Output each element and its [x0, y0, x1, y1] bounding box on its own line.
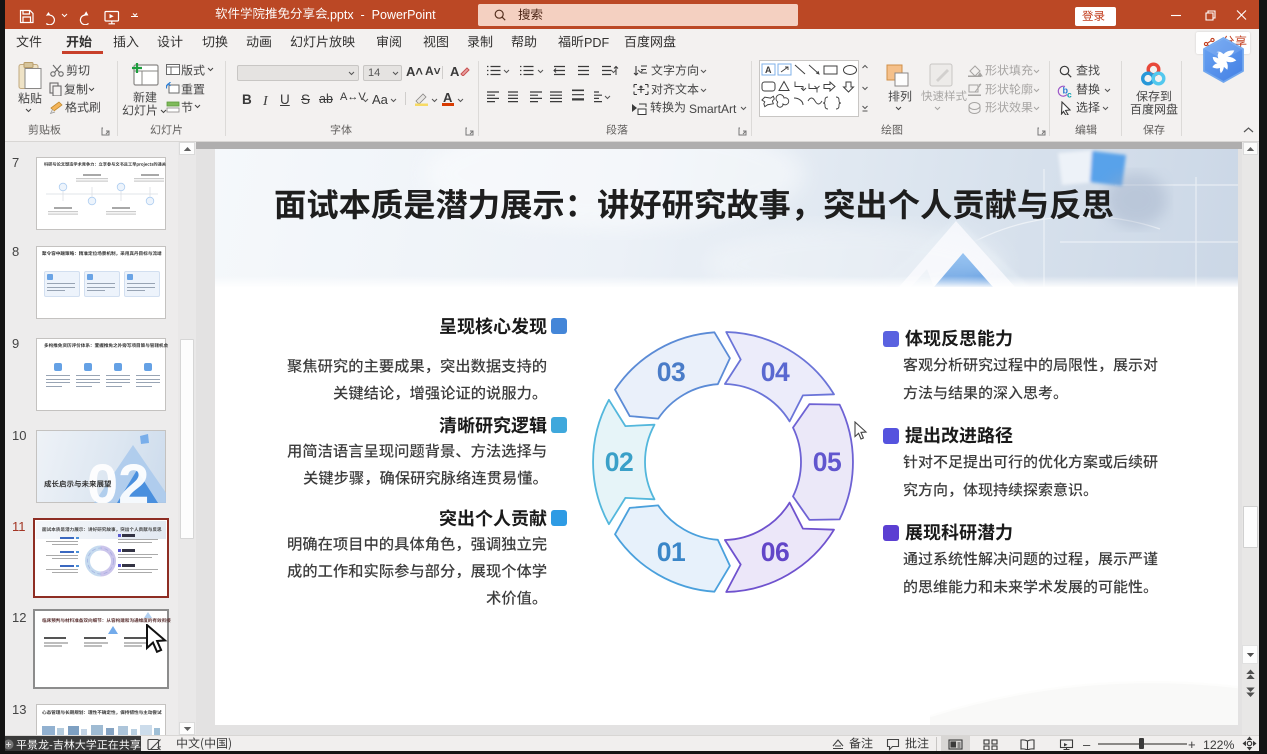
svg-text:02: 02 [605, 447, 633, 477]
svg-text:c: c [1067, 90, 1072, 99]
svg-text:05: 05 [813, 447, 841, 477]
svg-text:06: 06 [761, 537, 789, 567]
svg-text:04: 04 [761, 357, 790, 387]
svg-text:03: 03 [657, 357, 685, 387]
svg-text:01: 01 [657, 537, 685, 567]
svg-text:A: A [765, 65, 772, 75]
svg-text:02: 02 [87, 452, 149, 503]
